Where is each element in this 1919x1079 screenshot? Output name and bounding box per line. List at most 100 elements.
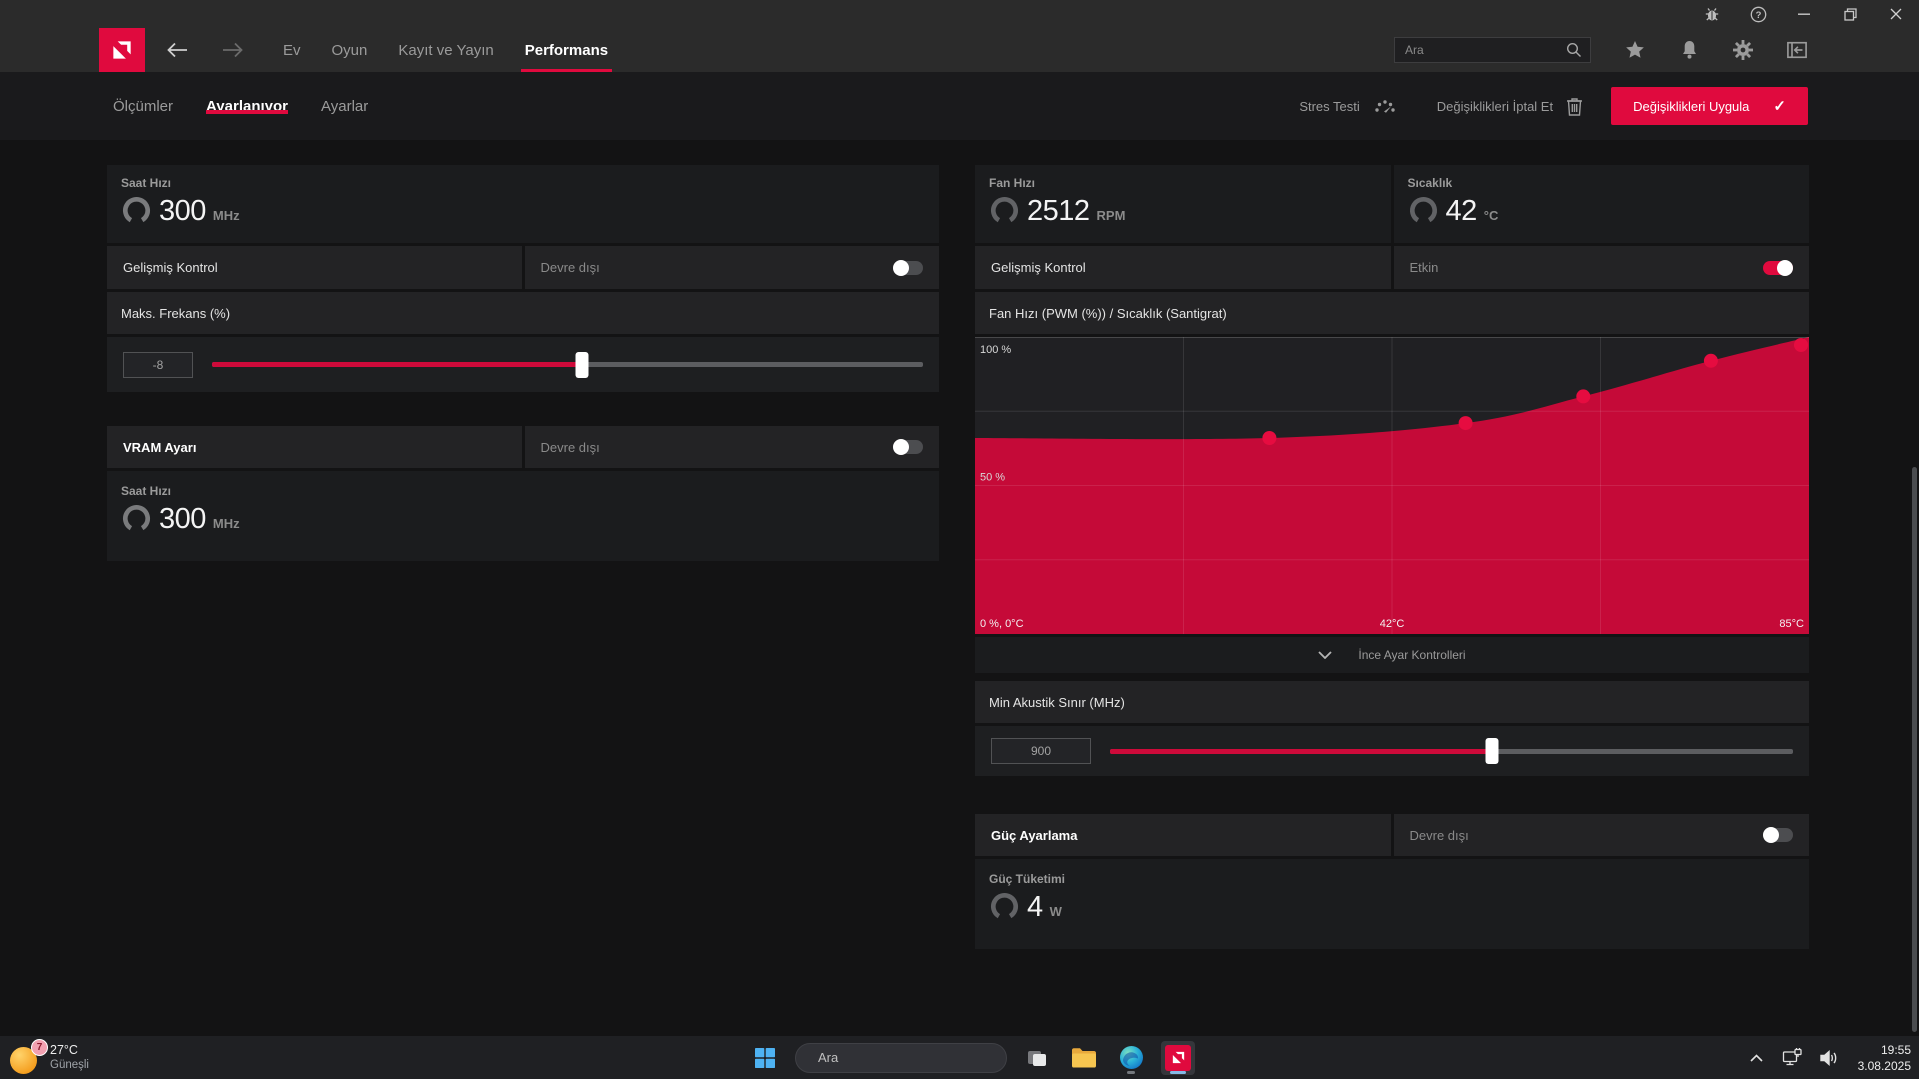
vram-tuning-toggle[interactable] [893, 439, 923, 455]
fan-curve-chart[interactable]: 100 % 50 % 0 %, 0°C 42°C 85°C [975, 337, 1809, 634]
fan-speed-gauge-icon [990, 196, 1019, 225]
power-consumption-label: Güç Tüketimi [989, 872, 1066, 886]
min-acoustic-input[interactable]: 900 [991, 738, 1091, 764]
svg-text:50 %: 50 % [980, 472, 1005, 484]
power-header-row: Güç Ayarlama Devre dışı [975, 814, 1809, 856]
amd-software-button[interactable] [1161, 1040, 1195, 1075]
tab-metrics[interactable]: Ölçümler [113, 72, 173, 140]
fine-tuning-controls-expander[interactable]: İnce Ayar Kontrolleri [975, 637, 1809, 673]
vram-header-row: VRAM Ayarı Devre dışı [107, 426, 939, 468]
vram-tuning-title: VRAM Ayarı [123, 439, 197, 455]
gpu-clock-gauge-icon [122, 196, 151, 225]
max-frequency-slider[interactable] [212, 351, 923, 378]
vram-clock-label: Saat Hızı [121, 484, 172, 498]
tab-home[interactable]: Ev [283, 28, 301, 72]
weather-widget[interactable]: 7 27°C Güneşli [10, 1038, 89, 1075]
stress-test-label: Stres Testi [1299, 98, 1360, 114]
power-tuning-card: Güç Ayarlama Devre dışı Güç Tüketimi 4 W [975, 814, 1809, 949]
amd-logo[interactable] [99, 28, 145, 72]
forward-button[interactable] [211, 28, 255, 72]
min-acoustic-label: Min Akustik Sınır (MHz) [989, 694, 1125, 710]
gpu-clock-value: 300 [159, 195, 206, 227]
favorites-star-icon[interactable] [1625, 40, 1645, 60]
fan-speed-value: 2512 [1027, 195, 1090, 227]
app-search-input[interactable] [1403, 42, 1566, 58]
hidden-icons-chevron[interactable] [1744, 1043, 1770, 1073]
svg-text:0 %, 0°C: 0 %, 0°C [980, 618, 1024, 630]
edge-browser-button[interactable] [1114, 1041, 1148, 1075]
tab-performance[interactable]: Performans [520, 28, 613, 72]
fan-advanced-label: Gelişmiş Kontrol [991, 260, 1086, 275]
min-acoustic-slider-row: 900 [975, 726, 1809, 776]
stress-test-button[interactable]: Stres Testi [1299, 96, 1396, 116]
max-frequency-input[interactable]: -8 [123, 351, 193, 378]
amd-active-indicator [1170, 1070, 1186, 1074]
vram-clock-unit: MHz [212, 516, 240, 531]
close-button[interactable] [1873, 0, 1919, 28]
power-tuning-toggle[interactable] [1763, 827, 1793, 843]
app-search[interactable] [1394, 37, 1591, 63]
fan-advanced-toggle[interactable] [1763, 259, 1793, 276]
tab-settings[interactable]: Ayarlar [321, 72, 368, 140]
navbar-right [1394, 28, 1919, 72]
network-icon[interactable] [1780, 1043, 1806, 1073]
power-consumption-unit: W [1049, 904, 1062, 919]
tray-clock[interactable]: 19:55 3.08.2025 [1858, 1042, 1911, 1074]
volume-icon[interactable] [1816, 1043, 1842, 1073]
notifications-bell-icon[interactable] [1679, 40, 1699, 60]
apply-changes-button[interactable]: Değişiklikleri Uygula ✓ [1611, 87, 1808, 125]
tab-record-stream[interactable]: Kayıt ve Yayın [398, 28, 493, 72]
max-frequency-label-row: Maks. Frekans (%) [107, 292, 939, 334]
power-consumption-metric: Güç Tüketimi 4 W [975, 859, 1809, 949]
tray-time: 19:55 [1880, 1042, 1911, 1057]
fan-speed-metric: Fan Hızı 2512 RPM [975, 165, 1391, 243]
vram-clock-metric: Saat Hızı 300 MHz [107, 471, 939, 561]
back-button[interactable] [155, 28, 199, 72]
start-button[interactable] [748, 1041, 782, 1075]
task-view-button[interactable] [1020, 1041, 1054, 1075]
tuning-content: Saat Hızı 300 MHz Gelişmiş Kontrol Devre… [0, 140, 1919, 1036]
svg-text:?: ? [1755, 10, 1761, 21]
min-acoustic-slider[interactable] [1110, 738, 1793, 764]
max-frequency-slider-thumb[interactable] [575, 351, 589, 378]
fan-tuning-card: Fan Hızı 2512 RPM Sıcaklık 42 °C Gelişmi… [975, 165, 1809, 673]
system-tray: 19:55 3.08.2025 [1744, 1036, 1911, 1079]
weather-temp: 27°C [50, 1042, 78, 1057]
amd-app-icon [1165, 1044, 1191, 1071]
gpu-tuning-column: Saat Hızı 300 MHz Gelişmiş Kontrol Devre… [107, 165, 939, 564]
svg-text:100 %: 100 % [980, 344, 1011, 356]
fan-chart-title-row: Fan Hızı (PWM (%)) / Sıcaklık (Santigrat… [975, 292, 1809, 334]
window-titlebar: ? [0, 0, 1919, 28]
tab-gaming[interactable]: Oyun [332, 28, 368, 72]
bug-report-icon[interactable] [1689, 0, 1735, 28]
minimize-button[interactable] [1781, 0, 1827, 28]
help-icon[interactable]: ? [1735, 0, 1781, 28]
tab-tuning[interactable]: Ayarlanıyor [206, 72, 288, 140]
min-acoustic-label-row: Min Akustik Sınır (MHz) [975, 681, 1809, 723]
temperature-label: Sıcaklık [1407, 176, 1453, 190]
min-acoustic-card: Min Akustik Sınır (MHz) 900 [975, 681, 1809, 776]
taskbar-search[interactable] [795, 1042, 1007, 1073]
stress-test-gauge-icon [1375, 100, 1395, 113]
collapse-panel-icon[interactable] [1787, 40, 1807, 60]
fan-speed-unit: RPM [1096, 208, 1126, 223]
gpu-advanced-toggle[interactable] [893, 259, 923, 276]
power-consumption-value: 4 [1027, 891, 1043, 923]
vertical-scrollbar[interactable] [1912, 467, 1917, 1032]
main-tabs: Ev Oyun Kayıt ve Yayın Performans [283, 28, 613, 72]
settings-gear-icon[interactable] [1733, 40, 1753, 60]
vram-tuning-card: VRAM Ayarı Devre dışı Saat Hızı 300 MHz [107, 426, 939, 561]
power-tuning-state: Devre dışı [1409, 827, 1469, 843]
check-icon: ✓ [1773, 98, 1786, 115]
discard-changes-button[interactable]: Değişiklikleri İptal Et [1437, 96, 1583, 116]
restore-button[interactable] [1827, 0, 1873, 28]
gpu-clock-label: Saat Hızı [121, 176, 172, 190]
main-navbar: Ev Oyun Kayıt ve Yayın Performans [0, 28, 1919, 72]
svg-text:42°C: 42°C [1380, 618, 1405, 630]
max-frequency-slider-row: -8 [107, 337, 939, 392]
min-acoustic-slider-thumb[interactable] [1485, 738, 1499, 764]
svg-text:85°C: 85°C [1779, 618, 1804, 630]
file-explorer-button[interactable] [1067, 1041, 1101, 1075]
power-tuning-title: Güç Ayarlama [991, 827, 1078, 843]
taskbar-search-input[interactable] [816, 1049, 996, 1066]
